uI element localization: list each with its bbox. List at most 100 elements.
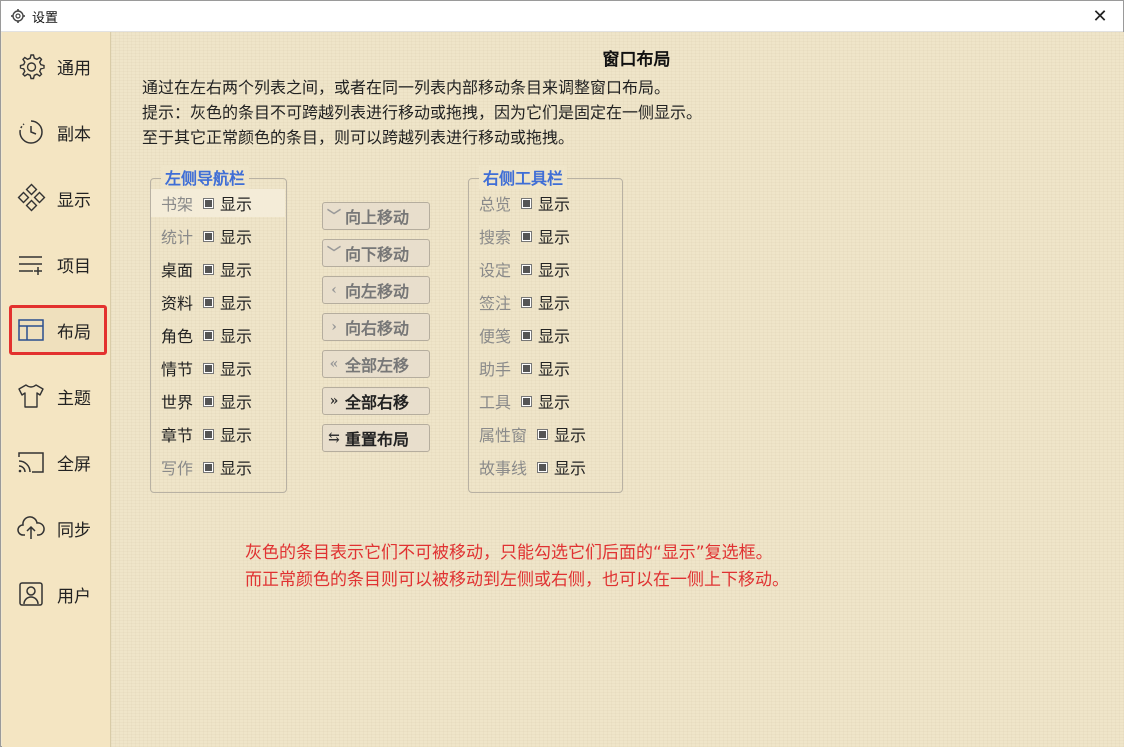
reset-layout-button[interactable]: ⇆ 重置布局 <box>322 424 430 452</box>
gear-icon <box>19 54 45 80</box>
list-item[interactable]: 属性窗 显示 <box>479 420 586 448</box>
show-checkbox[interactable] <box>537 461 549 473</box>
show-label: 显示 <box>538 294 571 313</box>
double-chevron-left-icon: « <box>329 356 339 372</box>
item-name: 世界 <box>161 393 194 412</box>
show-checkbox[interactable] <box>521 197 533 209</box>
list-item[interactable]: 章节 显示 <box>161 420 252 448</box>
main-panel: 窗口布局 通过在左右两个列表之间，或者在同一列表内部移动条目来调整窗口布局。 提… <box>111 32 1124 747</box>
show-label: 显示 <box>220 294 253 313</box>
list-item[interactable]: 情节 显示 <box>161 354 252 382</box>
sidebar-item-backup[interactable]: 副本 <box>2 102 110 162</box>
note-line: 而正常颜色的条目则可以被移动到左侧或右侧，也可以在一侧上下移动。 <box>245 570 789 590</box>
list-item[interactable]: 角色 显示 <box>161 321 252 349</box>
list-item[interactable]: 签注 显示 <box>479 288 570 316</box>
show-label: 显示 <box>220 261 253 280</box>
sidebar-item-label: 副本 <box>57 124 91 145</box>
show-checkbox[interactable] <box>203 461 215 473</box>
move-all-left-button[interactable]: « 全部左移 <box>322 350 430 378</box>
show-label: 显示 <box>554 426 587 445</box>
left-navbar-group: 左侧导航栏 书架 显示 统计 显示 桌面 显示 资料 显示 角色 显示 情节 显… <box>150 165 287 493</box>
list-item[interactable]: 书架 显示 <box>161 189 252 217</box>
chevron-left-icon: ‹ <box>331 282 337 298</box>
list-item[interactable]: 便笺 显示 <box>479 321 570 349</box>
list-item[interactable]: 世界 显示 <box>161 387 252 415</box>
list-item[interactable]: 总览 显示 <box>479 189 570 217</box>
move-up-button[interactable]: ﹀ 向上移动 <box>322 202 430 230</box>
show-checkbox[interactable] <box>521 230 533 242</box>
show-checkbox[interactable] <box>521 296 533 308</box>
clock-icon <box>19 120 43 144</box>
move-down-button[interactable]: ﹀ 向下移动 <box>322 239 430 267</box>
sidebar-item-theme[interactable]: 主题 <box>2 366 110 426</box>
show-label: 显示 <box>220 327 253 346</box>
sidebar-item-label: 同步 <box>57 520 91 541</box>
show-label: 显示 <box>220 459 253 478</box>
item-name: 资料 <box>161 294 194 313</box>
item-name: 写作 <box>161 459 194 478</box>
button-label: 向右移动 <box>345 319 410 338</box>
list-item[interactable]: 搜索 显示 <box>479 222 570 250</box>
show-checkbox[interactable] <box>203 296 215 308</box>
sidebar-item-label: 项目 <box>57 256 91 277</box>
sidebar-item-fullscreen[interactable]: 全屏 <box>2 432 110 492</box>
item-name: 书架 <box>161 195 194 214</box>
sidebar-item-label: 主题 <box>57 388 91 409</box>
item-name: 总览 <box>479 195 512 214</box>
show-label: 显示 <box>538 195 571 214</box>
sidebar-item-layout[interactable]: 布局 <box>2 300 110 360</box>
sidebar-item-general[interactable]: 通用 <box>2 36 110 96</box>
shirt-icon <box>18 384 44 408</box>
show-checkbox[interactable] <box>203 362 215 374</box>
show-checkbox[interactable] <box>203 230 215 242</box>
show-checkbox[interactable] <box>521 329 533 341</box>
close-icon[interactable]: ✕ <box>1077 1 1123 31</box>
double-chevron-right-icon: » <box>329 393 339 409</box>
show-checkbox[interactable] <box>537 428 549 440</box>
sidebar-item-sync[interactable]: 同步 <box>2 498 110 558</box>
show-label: 显示 <box>538 228 571 247</box>
sidebar-item-display[interactable]: 显示 <box>2 168 110 228</box>
show-label: 显示 <box>220 426 253 445</box>
show-label: 显示 <box>220 360 253 379</box>
reset-arrows-icon: ⇆ <box>328 430 340 446</box>
show-label: 显示 <box>220 393 253 412</box>
list-item[interactable]: 设定 显示 <box>479 255 570 283</box>
item-name: 桌面 <box>161 261 194 280</box>
show-checkbox[interactable] <box>203 428 215 440</box>
item-name: 签注 <box>479 294 512 313</box>
sidebar-item-user[interactable]: 用户 <box>2 564 110 624</box>
group-title: 右侧工具栏 <box>479 165 568 189</box>
list-item[interactable]: 桌面 显示 <box>161 255 252 283</box>
move-left-button[interactable]: ‹ 向左移动 <box>322 276 430 304</box>
sidebar-item-project[interactable]: 项目 <box>2 234 110 294</box>
button-label: 全部左移 <box>345 356 410 375</box>
show-checkbox[interactable] <box>203 329 215 341</box>
show-checkbox[interactable] <box>203 395 215 407</box>
gear-icon <box>11 9 25 23</box>
sidebar-item-label: 显示 <box>57 190 91 211</box>
move-all-right-button[interactable]: » 全部右移 <box>322 387 430 415</box>
cast-icon <box>18 452 44 473</box>
show-checkbox[interactable] <box>521 263 533 275</box>
item-name: 工具 <box>479 393 512 412</box>
move-right-button[interactable]: › 向右移动 <box>322 313 430 341</box>
list-item[interactable]: 工具 显示 <box>479 387 570 415</box>
list-item[interactable]: 统计 显示 <box>161 222 252 250</box>
show-checkbox[interactable] <box>203 263 215 275</box>
right-toolbar-group: 右侧工具栏 总览 显示 搜索 显示 设定 显示 签注 显示 便笺 显示 助手 显… <box>468 165 623 493</box>
show-checkbox[interactable] <box>521 362 533 374</box>
show-label: 显示 <box>538 327 571 346</box>
show-label: 显示 <box>554 459 587 478</box>
show-checkbox[interactable] <box>521 395 533 407</box>
cloud-upload-icon <box>17 516 45 539</box>
show-checkbox[interactable] <box>203 197 215 209</box>
show-label: 显示 <box>220 195 253 214</box>
list-item[interactable]: 故事线 显示 <box>479 453 586 481</box>
list-item[interactable]: 写作 显示 <box>161 453 252 481</box>
button-label: 向左移动 <box>345 282 410 301</box>
list-item[interactable]: 助手 显示 <box>479 354 570 382</box>
layout-icon <box>18 319 44 341</box>
list-item[interactable]: 资料 显示 <box>161 288 252 316</box>
settings-window: 设置 ✕ 通用 副本 显示 项目 布局 主题 全屏 同步 用户 窗口布局 通过在… <box>0 0 1124 747</box>
